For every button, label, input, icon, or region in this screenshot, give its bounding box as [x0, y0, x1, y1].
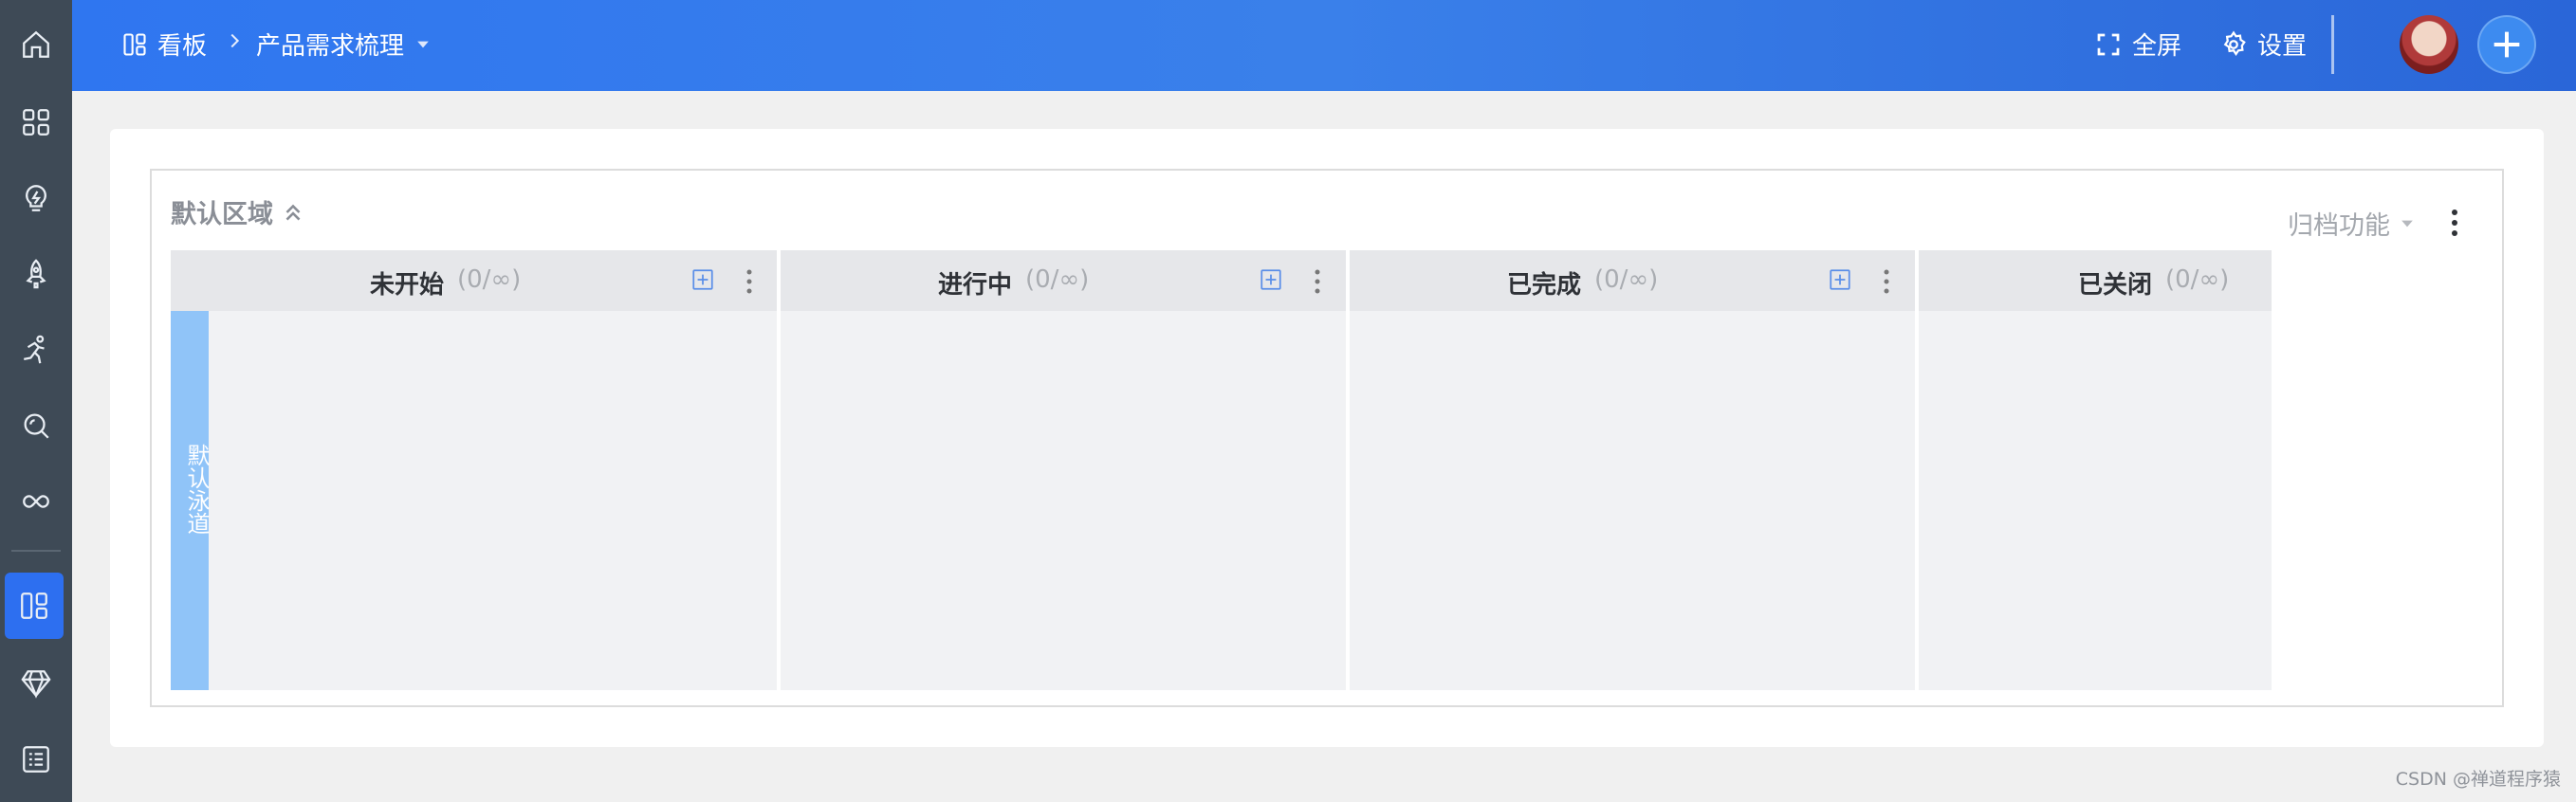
- column-title: 进行中: [938, 271, 1013, 300]
- top-header: 看板 产品需求梳理 全屏 设置: [72, 0, 2576, 91]
- rocket-icon[interactable]: [0, 243, 72, 305]
- apps-icon[interactable]: [0, 91, 72, 154]
- add-card-icon[interactable]: [1828, 267, 1852, 292]
- kanban-column: 已完成 (0/∞): [1350, 250, 1915, 690]
- list-icon[interactable]: [0, 728, 72, 791]
- fullscreen-icon: [2097, 33, 2120, 55]
- kanban-region: 默认区域 归档功能 未开始 (0/∞) 默认泳道 进行中 (0/∞) 已完成 (…: [150, 169, 2504, 707]
- board-icon[interactable]: [5, 573, 64, 639]
- run-icon[interactable]: [0, 319, 72, 381]
- settings-button[interactable]: 设置: [2219, 27, 2307, 62]
- kanban-board: 未开始 (0/∞) 默认泳道 进行中 (0/∞) 已完成 (0/∞) 已关闭 (…: [171, 250, 2274, 690]
- kanban-column: 已关闭 (0/∞): [1919, 250, 2272, 690]
- chevron-right-icon: [230, 33, 240, 48]
- bulb-icon[interactable]: [0, 167, 72, 229]
- add-card-icon[interactable]: [1259, 267, 1283, 292]
- add-card-icon[interactable]: [690, 267, 715, 292]
- more-vertical-icon[interactable]: [1308, 267, 1327, 296]
- archive-label: 归档功能: [2288, 211, 2390, 241]
- column-title: 未开始: [370, 271, 445, 300]
- column-header: 已关闭 (0/∞): [1919, 250, 2272, 311]
- fullscreen-label: 全屏: [2132, 32, 2182, 61]
- project-selector[interactable]: 产品需求梳理: [256, 27, 432, 62]
- header-divider: [2331, 15, 2334, 74]
- column-title: 已关闭: [2078, 271, 2153, 300]
- watermark: CSDN @禅道程序猿: [2395, 769, 2561, 790]
- more-vertical-icon[interactable]: [1877, 267, 1896, 296]
- collapse-up-icon[interactable]: [281, 200, 305, 225]
- column-count: (0/∞): [1594, 265, 1659, 294]
- column-header: 已完成 (0/∞): [1350, 250, 1915, 311]
- column-header: 进行中 (0/∞): [781, 250, 1346, 311]
- kanban-column: 进行中 (0/∞): [781, 250, 1346, 690]
- sidebar-divider: [11, 550, 61, 552]
- swimlane[interactable]: 默认泳道: [171, 311, 210, 690]
- more-vertical-icon[interactable]: [2443, 207, 2466, 239]
- project-title: 产品需求梳理: [256, 32, 405, 61]
- gear-icon: [2223, 29, 2246, 56]
- kanban-panel: 默认区域 归档功能 未开始 (0/∞) 默认泳道 进行中 (0/∞) 已完成 (…: [110, 129, 2544, 747]
- board-icon: [123, 32, 146, 56]
- caret-down-icon: [417, 41, 429, 47]
- settings-label: 设置: [2257, 32, 2308, 61]
- column-count: (0/∞): [1025, 265, 1090, 294]
- plus-icon: [2493, 31, 2520, 58]
- breadcrumb-board[interactable]: 看板: [121, 27, 207, 62]
- fullscreen-button[interactable]: 全屏: [2094, 27, 2181, 62]
- region-title-label: 默认区域: [171, 200, 273, 229]
- sidebar: [0, 0, 72, 802]
- infinity-icon[interactable]: [0, 470, 72, 533]
- caret-down-icon: [2401, 220, 2413, 227]
- avatar[interactable]: [2400, 15, 2458, 74]
- breadcrumb-board-label: 看板: [157, 32, 208, 61]
- region-title[interactable]: 默认区域: [171, 193, 305, 230]
- column-count: (0/∞): [2165, 265, 2230, 294]
- home-icon[interactable]: [0, 13, 72, 76]
- column-title: 已完成: [1507, 271, 1582, 300]
- search-icon[interactable]: [0, 394, 72, 457]
- kanban-column: 未开始 (0/∞) 默认泳道: [171, 250, 777, 690]
- archive-dropdown[interactable]: 归档功能: [2288, 205, 2417, 242]
- add-button[interactable]: [2477, 15, 2536, 74]
- more-vertical-icon[interactable]: [740, 267, 759, 296]
- column-header: 未开始 (0/∞): [171, 250, 777, 311]
- column-count: (0/∞): [457, 265, 522, 294]
- diamond-icon[interactable]: [0, 652, 72, 715]
- swimlane-label: 默认泳道: [183, 444, 210, 535]
